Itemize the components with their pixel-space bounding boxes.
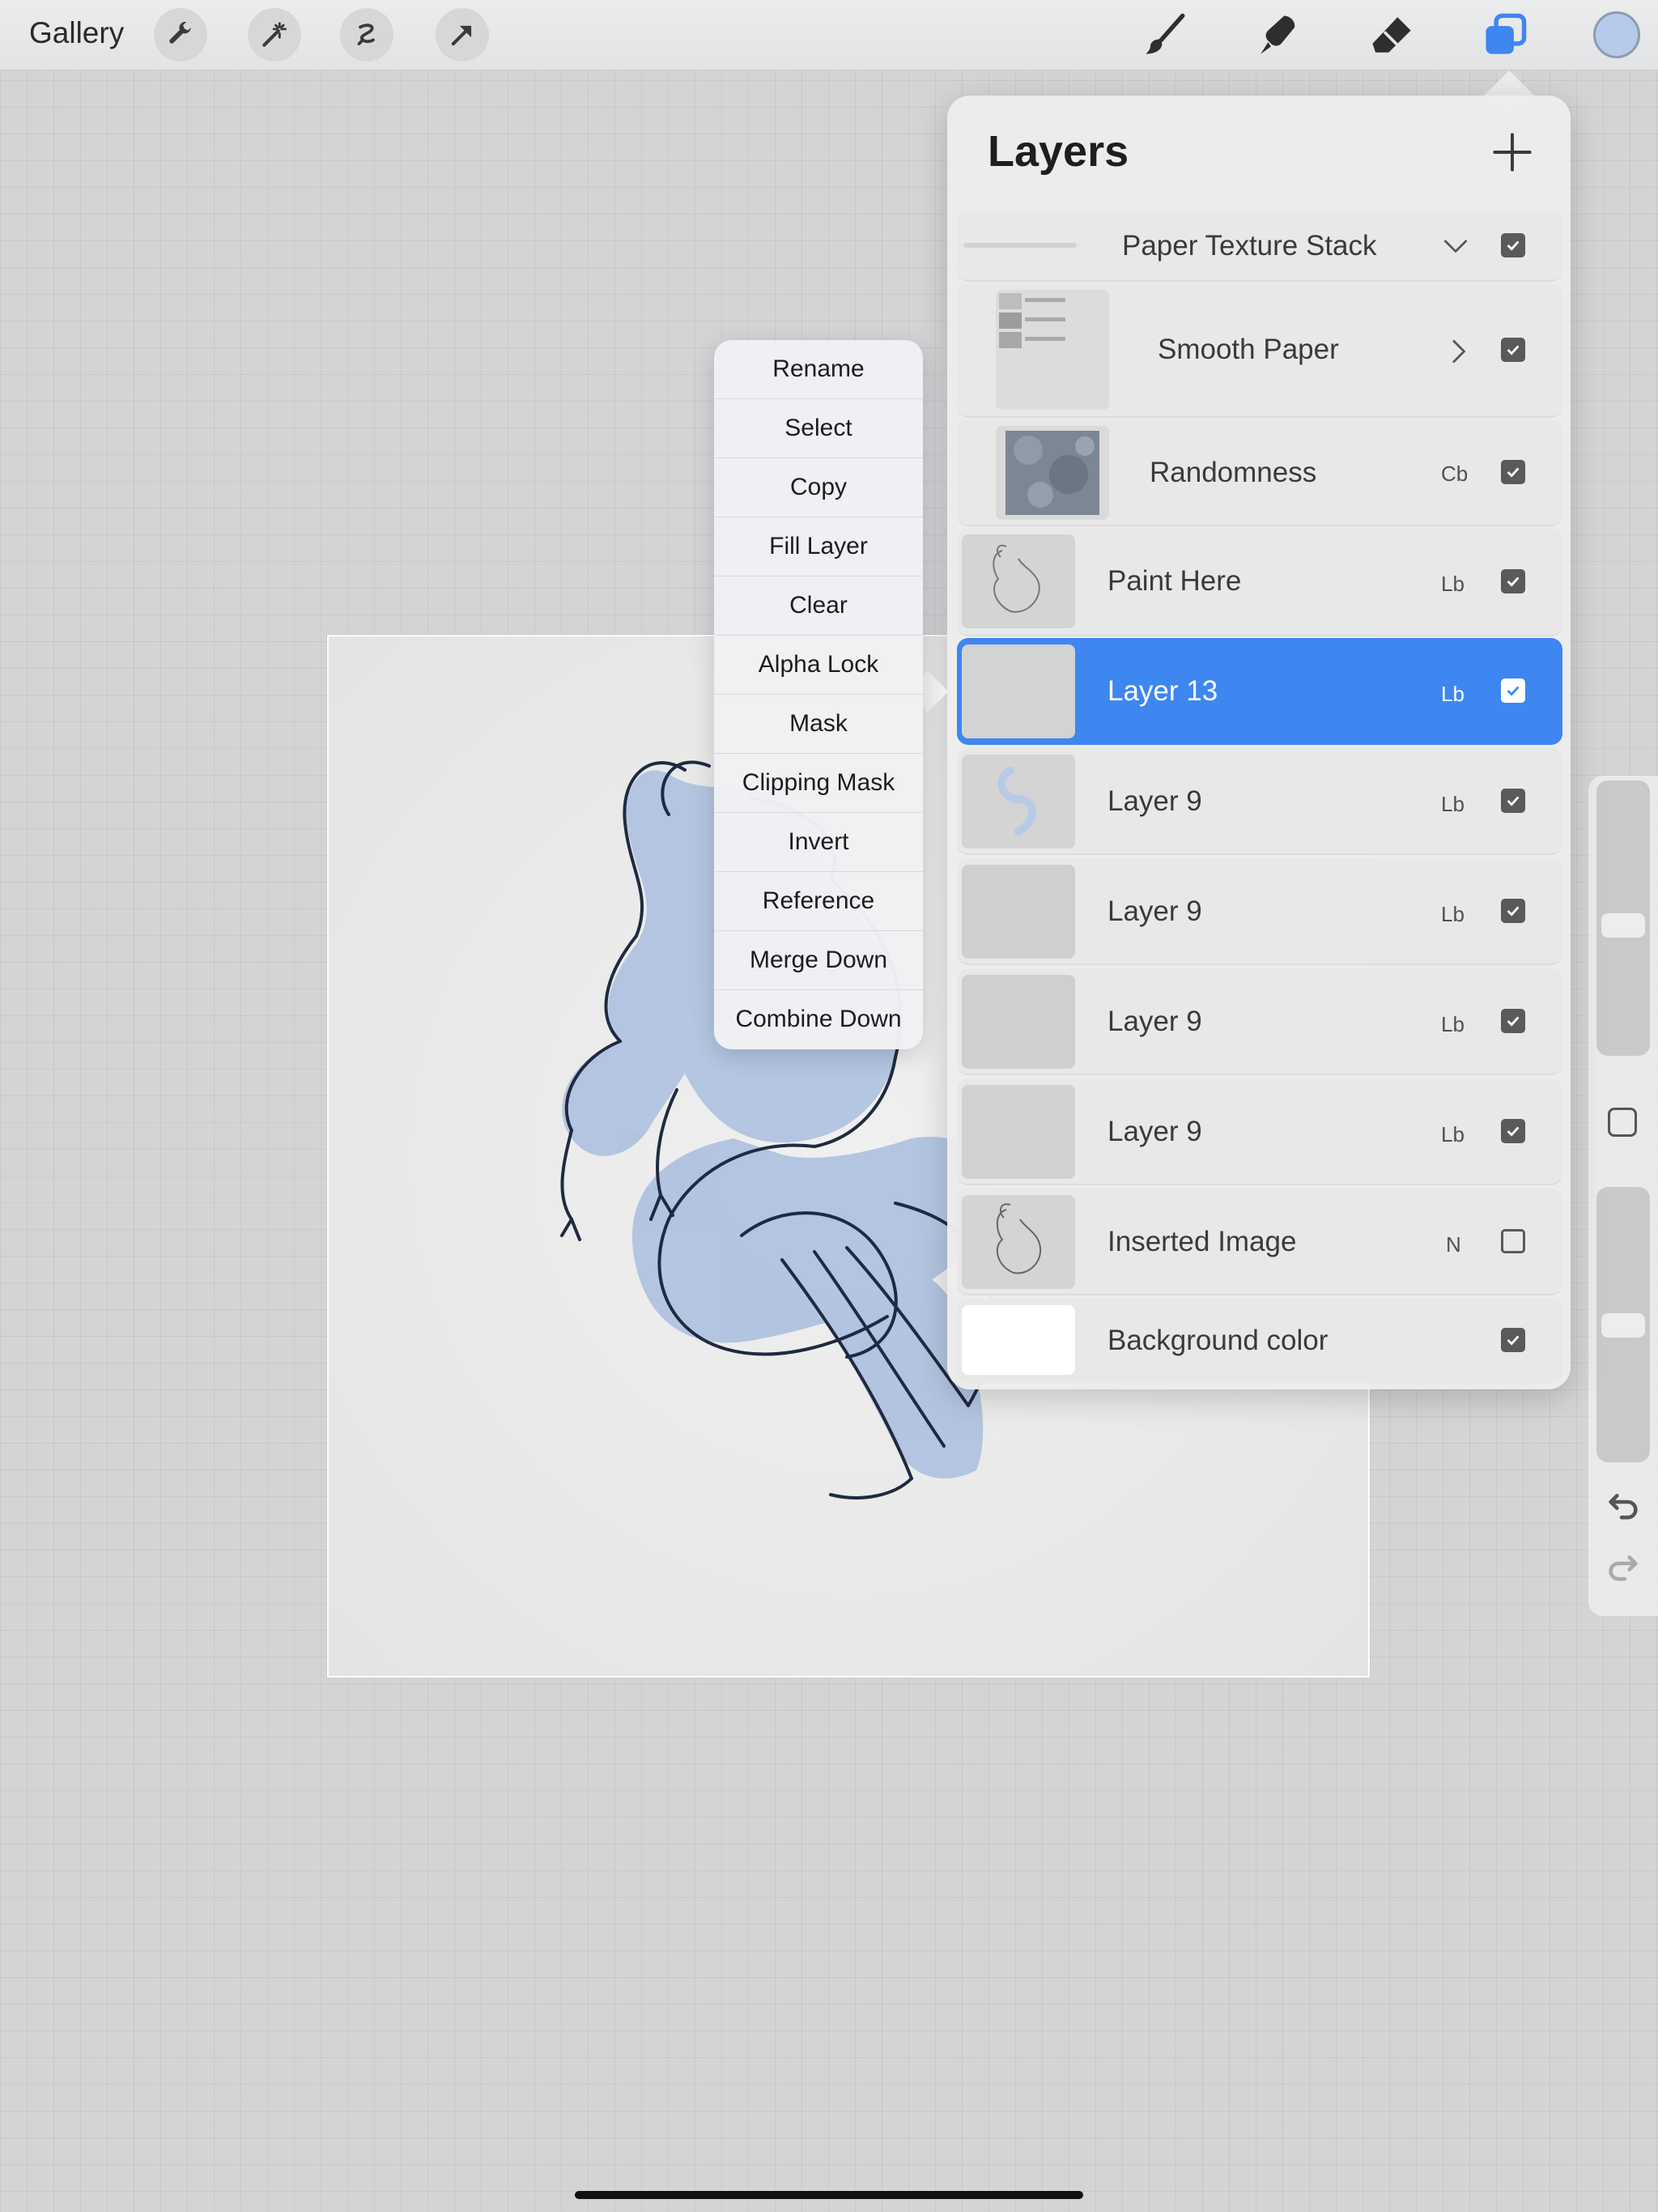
layer-name: Layer 9	[1107, 1116, 1202, 1147]
layer-name: Inserted Image	[1107, 1226, 1297, 1257]
menu-item-copy[interactable]: Copy	[714, 458, 923, 517]
layer-row-paint-here[interactable]: Paint Here Lb	[957, 528, 1562, 636]
transform-arrow-icon[interactable]	[436, 8, 489, 62]
layer-row-layer-9[interactable]: Layer 9 Lb	[957, 858, 1562, 965]
layer-name: Layer 9	[1107, 895, 1202, 927]
redo-icon[interactable]	[1605, 1545, 1642, 1582]
background-color-swatch	[962, 1305, 1075, 1375]
layer-visibility-checkbox[interactable]	[1501, 338, 1525, 362]
layer-visibility-checkbox[interactable]	[1501, 569, 1525, 593]
layer-row-randomness[interactable]: Randomness Cb	[957, 419, 1562, 526]
magic-wand-icon[interactable]	[248, 8, 301, 62]
layer-name: Layer 13	[1107, 675, 1218, 707]
blend-mode-label[interactable]: Lb	[1441, 902, 1465, 927]
menu-item-combine-down[interactable]: Combine Down	[714, 990, 923, 1049]
menu-item-fill-layer[interactable]: Fill Layer	[714, 517, 923, 576]
menu-item-alpha-lock[interactable]: Alpha Lock	[714, 636, 923, 695]
menu-item-invert[interactable]: Invert	[714, 813, 923, 872]
layer-row-layer-9[interactable]: Layer 9 Lb	[957, 748, 1562, 855]
layer-name: Background color	[1107, 1325, 1329, 1356]
menu-item-merge-down[interactable]: Merge Down	[714, 931, 923, 990]
menu-item-reference[interactable]: Reference	[714, 872, 923, 931]
opacity-thumb[interactable]	[1601, 1313, 1645, 1338]
smudge-icon[interactable]	[1253, 10, 1303, 60]
blend-mode-label[interactable]: Lb	[1441, 792, 1465, 817]
color-swatch[interactable]	[1593, 11, 1640, 58]
layer-visibility-checkbox[interactable]	[1501, 1229, 1525, 1253]
layer-visibility-checkbox[interactable]	[1501, 233, 1525, 257]
layer-thumbnail	[962, 975, 1075, 1069]
layer-row-paper-texture-stack[interactable]: Paper Texture Stack	[957, 211, 1562, 282]
layer-name: Layer 9	[1107, 1006, 1202, 1037]
undo-icon[interactable]	[1605, 1483, 1642, 1521]
layer-name: Paper Texture Stack	[1122, 230, 1377, 262]
menu-item-clipping-mask[interactable]: Clipping Mask	[714, 754, 923, 813]
gallery-button[interactable]: Gallery	[29, 16, 124, 50]
brush-icon[interactable]	[1140, 10, 1190, 60]
home-indicator[interactable]	[575, 2191, 1083, 2199]
brush-size-thumb[interactable]	[1601, 913, 1645, 938]
layer-row-inserted-image[interactable]: Inserted Image N	[957, 1189, 1562, 1295]
layer-visibility-checkbox[interactable]	[1501, 1328, 1525, 1352]
layers-icon[interactable]	[1480, 10, 1530, 60]
layer-name: Randomness	[1150, 457, 1317, 488]
chevron-down-icon[interactable]	[1441, 233, 1470, 257]
layer-row-layer-9[interactable]: Layer 9 Lb	[957, 968, 1562, 1075]
layer-thumbnail	[962, 865, 1075, 959]
chevron-right-icon[interactable]	[1446, 337, 1470, 366]
layer-visibility-checkbox[interactable]	[1501, 1009, 1525, 1033]
layer-thumbnail	[996, 426, 1109, 520]
eraser-icon[interactable]	[1367, 10, 1417, 60]
group-bar	[963, 243, 1077, 248]
layer-row-background-color[interactable]: Background color	[957, 1299, 1562, 1383]
layer-thumbnail	[962, 534, 1075, 628]
blend-mode-label[interactable]: N	[1446, 1232, 1461, 1257]
blend-mode-label[interactable]: Lb	[1441, 1122, 1465, 1147]
top-toolbar: Gallery	[0, 0, 1658, 70]
side-slider-bar	[1588, 776, 1658, 1616]
layer-name: Paint Here	[1107, 565, 1242, 597]
menu-item-clear[interactable]: Clear	[714, 576, 923, 636]
layer-name: Layer 9	[1107, 785, 1202, 817]
layer-thumbnail	[962, 644, 1075, 738]
layer-visibility-checkbox[interactable]	[1501, 789, 1525, 813]
layers-panel: Layers Paper Texture Stack Smooth Paper	[947, 96, 1571, 1389]
menu-item-mask[interactable]: Mask	[714, 695, 923, 754]
layer-thumbnail	[996, 290, 1109, 410]
square-icon[interactable]	[1608, 1108, 1637, 1137]
layer-row-layer-13[interactable]: Layer 13 Lb	[957, 638, 1562, 745]
layer-name: Smooth Paper	[1158, 334, 1339, 365]
menu-item-rename[interactable]: Rename	[714, 340, 923, 399]
wrench-icon[interactable]	[154, 8, 207, 62]
layer-visibility-checkbox[interactable]	[1501, 899, 1525, 923]
layer-thumbnail	[962, 1195, 1075, 1289]
selection-icon[interactable]	[340, 8, 393, 62]
brush-size-slider[interactable]	[1596, 781, 1650, 1056]
blend-mode-label[interactable]: Lb	[1441, 1012, 1465, 1037]
layer-options-menu: Rename Select Copy Fill Layer Clear Alph…	[714, 340, 923, 1049]
layer-thumbnail	[962, 755, 1075, 849]
layer-visibility-checkbox[interactable]	[1501, 460, 1525, 484]
layer-row-layer-9[interactable]: Layer 9 Lb	[957, 1078, 1562, 1185]
menu-item-select[interactable]: Select	[714, 399, 923, 458]
blend-mode-label[interactable]: Lb	[1441, 682, 1465, 707]
opacity-slider[interactable]	[1596, 1187, 1650, 1462]
layer-visibility-checkbox[interactable]	[1501, 1119, 1525, 1143]
layer-thumbnail	[962, 1085, 1075, 1179]
layer-row-smooth-paper[interactable]: Smooth Paper	[957, 283, 1562, 418]
plus-icon[interactable]	[1491, 131, 1533, 173]
layer-visibility-checkbox[interactable]	[1501, 678, 1525, 703]
panel-title: Layers	[988, 127, 1129, 176]
blend-mode-label[interactable]: Lb	[1441, 572, 1465, 597]
blend-mode-label[interactable]: Cb	[1441, 462, 1468, 487]
